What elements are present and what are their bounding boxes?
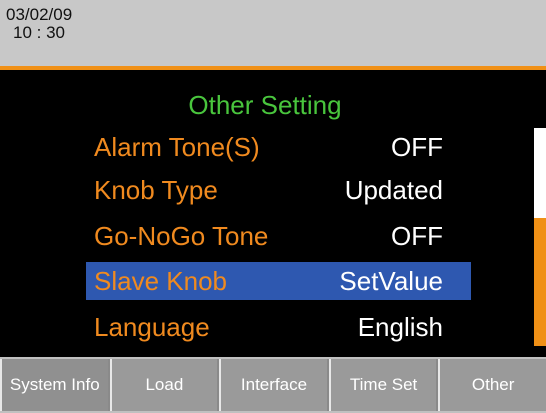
setting-row-go-nogo-tone[interactable]: Go-NoGo Tone OFF bbox=[86, 217, 471, 255]
scrollbar-thumb[interactable] bbox=[534, 218, 546, 346]
setting-value: Updated bbox=[344, 175, 443, 205]
setting-label: Go-NoGo Tone bbox=[94, 221, 269, 251]
header-divider bbox=[0, 66, 546, 70]
softkey-bar: System Info Load Interface Time Set Othe… bbox=[0, 357, 546, 413]
setting-row-alarm-tone[interactable]: Alarm Tone(S) OFF bbox=[86, 128, 471, 166]
setting-label: Slave Knob bbox=[94, 266, 227, 296]
softkey-interface[interactable]: Interface bbox=[219, 359, 329, 411]
setting-row-slave-knob[interactable]: Slave Knob SetValue bbox=[86, 262, 471, 300]
time-readout: 10 : 30 bbox=[13, 23, 65, 42]
date-readout: 03/02/09 bbox=[6, 5, 73, 24]
setting-label: Language bbox=[94, 312, 210, 342]
softkey-load[interactable]: Load bbox=[109, 359, 220, 411]
setting-value: OFF bbox=[391, 132, 443, 162]
setting-value: SetValue bbox=[339, 266, 443, 296]
setting-row-language[interactable]: Language English bbox=[86, 308, 471, 346]
setting-label: Knob Type bbox=[94, 175, 218, 205]
menu-title: Other Setting bbox=[188, 90, 342, 120]
setting-row-knob-type[interactable]: Knob Type Updated bbox=[86, 171, 471, 209]
status-header: 03/02/09 10 : 30 bbox=[0, 0, 546, 66]
setting-value: OFF bbox=[391, 221, 443, 251]
softkey-other[interactable]: Other bbox=[438, 359, 546, 411]
setting-label: Alarm Tone(S) bbox=[94, 132, 260, 162]
softkey-time-set[interactable]: Time Set bbox=[328, 359, 439, 411]
setting-value: English bbox=[357, 312, 443, 342]
softkey-system-info[interactable]: System Info bbox=[0, 359, 110, 411]
instrument-screen: 03/02/09 10 : 30 Other Setting Alarm Ton… bbox=[0, 0, 546, 413]
